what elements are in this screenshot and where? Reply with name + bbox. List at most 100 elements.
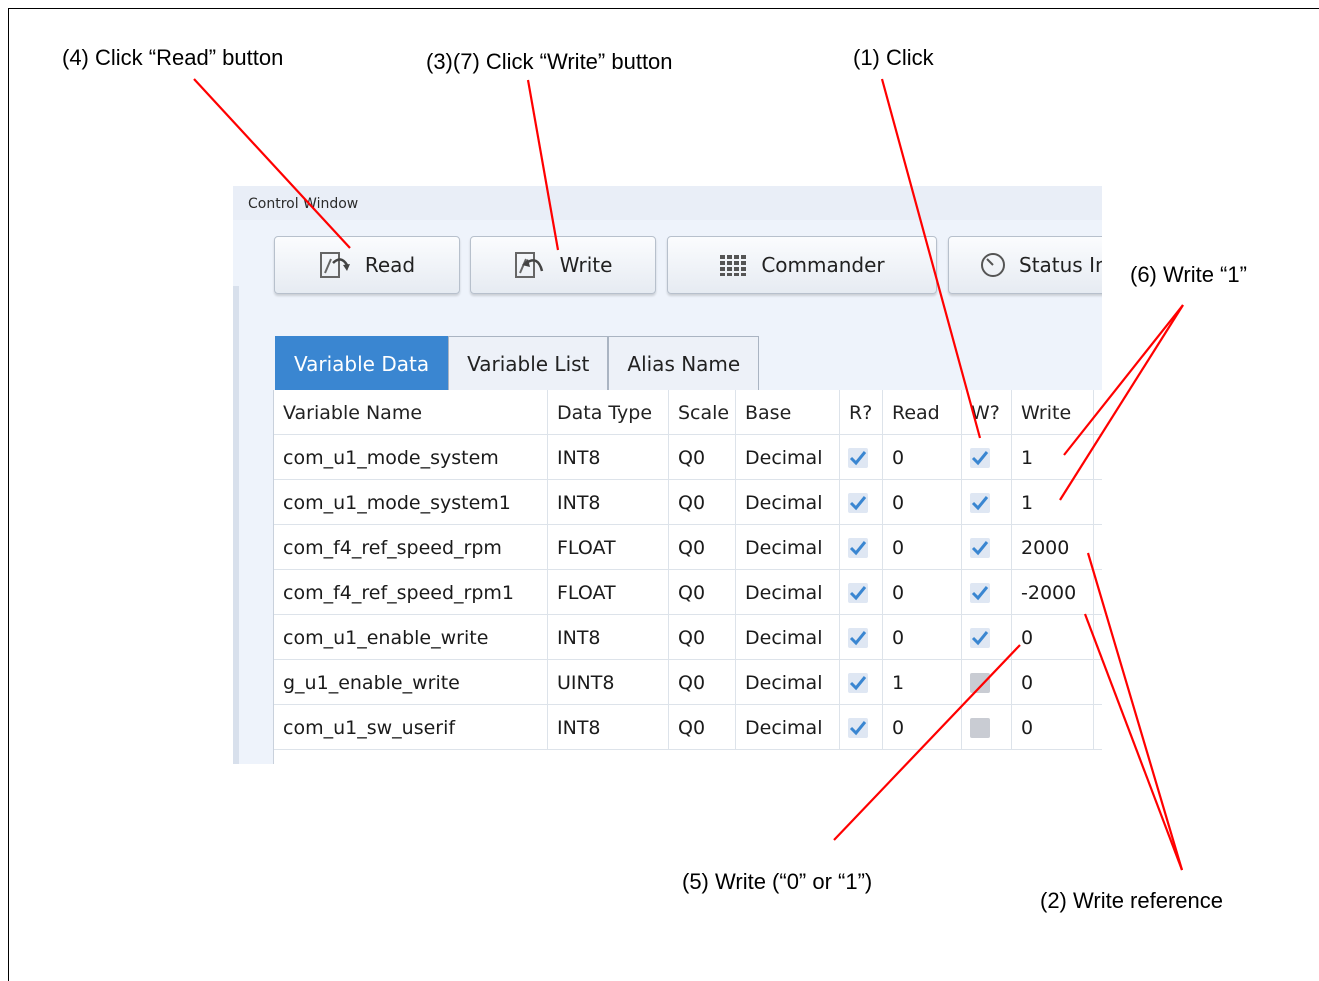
cell-w-checkbox-cell xyxy=(962,480,1012,525)
annotation-write-one: (6) Write “1” xyxy=(1130,262,1247,287)
cell-read: 0 xyxy=(883,705,962,750)
cell-write[interactable]: 2000 xyxy=(1012,525,1094,570)
read-enable-checkbox[interactable] xyxy=(848,627,868,648)
cell-scale: Q0 xyxy=(669,705,736,750)
cell-write[interactable]: 0 xyxy=(1012,705,1094,750)
cell-r-checkbox-cell xyxy=(840,525,883,570)
annotation-write-reference: (2) Write reference xyxy=(1040,888,1223,913)
commander-button[interactable]: Commander xyxy=(667,236,937,294)
table-row[interactable]: com_u1_enable_write INT8 Q0 Decimal 0 0 xyxy=(274,615,1102,660)
timer-icon xyxy=(979,251,1007,279)
check-icon xyxy=(849,720,867,735)
table-row[interactable]: com_f4_ref_speed_rpm1 FLOAT Q0 Decimal 0 -200… xyxy=(274,570,1102,615)
column-header-scale[interactable]: Scale xyxy=(669,390,736,435)
window-title: Control Window xyxy=(248,196,359,212)
table-row[interactable]: com_u1_mode_system INT8 Q0 Decimal 0 1 xyxy=(274,435,1102,480)
read-button-label: Read xyxy=(364,253,416,277)
write-enable-checkbox[interactable] xyxy=(970,627,990,648)
cell-w-checkbox-cell xyxy=(962,615,1012,660)
cell-read: 1 xyxy=(883,660,962,705)
read-enable-checkbox[interactable] xyxy=(848,492,868,513)
write-enable-checkbox[interactable] xyxy=(970,672,990,693)
status-button-label: Status In xyxy=(1019,253,1102,277)
write-enable-checkbox[interactable] xyxy=(970,492,990,513)
check-icon xyxy=(849,540,867,555)
annotation-write: (3)(7) Click “Write” button xyxy=(426,49,673,74)
cell-r-checkbox-cell xyxy=(840,615,883,660)
commander-button-label: Commander xyxy=(761,253,885,277)
check-icon xyxy=(971,495,989,510)
annotation-click: (1) Click xyxy=(853,45,934,70)
cell-scale: Q0 xyxy=(669,480,736,525)
cell-scale: Q0 xyxy=(669,660,736,705)
cell-type: UINT8 xyxy=(548,660,669,705)
cell-w-checkbox-cell xyxy=(962,570,1012,615)
check-icon xyxy=(971,540,989,555)
cell-scale: Q0 xyxy=(669,525,736,570)
tab-alias-name[interactable]: Alias Name xyxy=(608,336,760,390)
write-enable-checkbox[interactable] xyxy=(970,447,990,468)
read-enable-checkbox[interactable] xyxy=(848,582,868,603)
cell-base: Decimal xyxy=(736,480,840,525)
cell-write[interactable]: 0 xyxy=(1012,615,1094,660)
tab-variable-data[interactable]: Variable Data xyxy=(275,336,449,390)
title-bar: Control Window xyxy=(233,186,1102,220)
cell-r-checkbox-cell xyxy=(840,435,883,480)
check-icon xyxy=(849,450,867,465)
check-icon xyxy=(849,630,867,645)
column-header-base[interactable]: Base xyxy=(736,390,840,435)
cell-type: INT8 xyxy=(548,435,669,480)
cell-w-checkbox-cell xyxy=(962,705,1012,750)
check-icon xyxy=(849,495,867,510)
table-row[interactable]: com_u1_mode_system1 INT8 Q0 Decimal 0 1 xyxy=(274,480,1102,525)
cell-type: INT8 xyxy=(548,705,669,750)
cell-write[interactable]: 0 xyxy=(1012,660,1094,705)
table-row[interactable]: com_f4_ref_speed_rpm FLOAT Q0 Decimal 0 2000 xyxy=(274,525,1102,570)
write-icon xyxy=(514,251,548,279)
column-header-data-type[interactable]: Data Type xyxy=(548,390,669,435)
tab-variable-list[interactable]: Variable List xyxy=(448,336,609,390)
cell-write[interactable]: 1 xyxy=(1012,480,1094,525)
status-button[interactable]: Status In xyxy=(948,236,1102,294)
cell-read: 0 xyxy=(883,435,962,480)
column-header-variable-name[interactable]: Variable Name xyxy=(274,390,548,435)
cell-r-checkbox-cell xyxy=(840,480,883,525)
variable-data-table: Variable Name Data Type Scale Base R? Re… xyxy=(273,390,1102,764)
column-header-r[interactable]: R? xyxy=(840,390,883,435)
read-icon xyxy=(319,251,353,279)
control-window-screenshot: Control Window Read Write Commander Stat… xyxy=(233,186,1102,764)
cell-read: 0 xyxy=(883,525,962,570)
write-enable-checkbox[interactable] xyxy=(970,537,990,558)
table-row[interactable]: g_u1_enable_write UINT8 Q0 Decimal 1 0 xyxy=(274,660,1102,705)
cell-base: Decimal xyxy=(736,705,840,750)
column-header-write[interactable]: Write xyxy=(1012,390,1094,435)
tab-bar: Variable Data Variable List Alias Name xyxy=(275,336,760,390)
write-enable-checkbox[interactable] xyxy=(970,717,990,738)
left-edge-strip xyxy=(233,286,239,764)
read-button[interactable]: Read xyxy=(274,236,460,294)
cell-scale: Q0 xyxy=(669,570,736,615)
annotation-read: (4) Click “Read” button xyxy=(62,45,284,70)
read-enable-checkbox[interactable] xyxy=(848,717,868,738)
column-header-w[interactable]: W? xyxy=(962,390,1012,435)
check-icon xyxy=(971,450,989,465)
read-enable-checkbox[interactable] xyxy=(848,447,868,468)
cell-name: g_u1_enable_write xyxy=(274,660,548,705)
column-header-read[interactable]: Read xyxy=(883,390,962,435)
write-button[interactable]: Write xyxy=(470,236,656,294)
cell-base: Decimal xyxy=(736,615,840,660)
check-icon xyxy=(971,585,989,600)
read-enable-checkbox[interactable] xyxy=(848,537,868,558)
cell-write[interactable]: 1 xyxy=(1012,435,1094,480)
cell-write[interactable]: -2000 xyxy=(1012,570,1094,615)
read-enable-checkbox[interactable] xyxy=(848,672,868,693)
cell-read: 0 xyxy=(883,570,962,615)
write-enable-checkbox[interactable] xyxy=(970,582,990,603)
cell-name: com_u1_sw_userif xyxy=(274,705,548,750)
cell-name: com_u1_mode_system xyxy=(274,435,548,480)
cell-name: com_u1_enable_write xyxy=(274,615,548,660)
cell-read: 0 xyxy=(883,480,962,525)
table-row[interactable]: com_u1_sw_userif INT8 Q0 Decimal 0 0 xyxy=(274,705,1102,750)
table-header-row: Variable Name Data Type Scale Base R? Re… xyxy=(274,390,1102,435)
cell-name: com_u1_mode_system1 xyxy=(274,480,548,525)
